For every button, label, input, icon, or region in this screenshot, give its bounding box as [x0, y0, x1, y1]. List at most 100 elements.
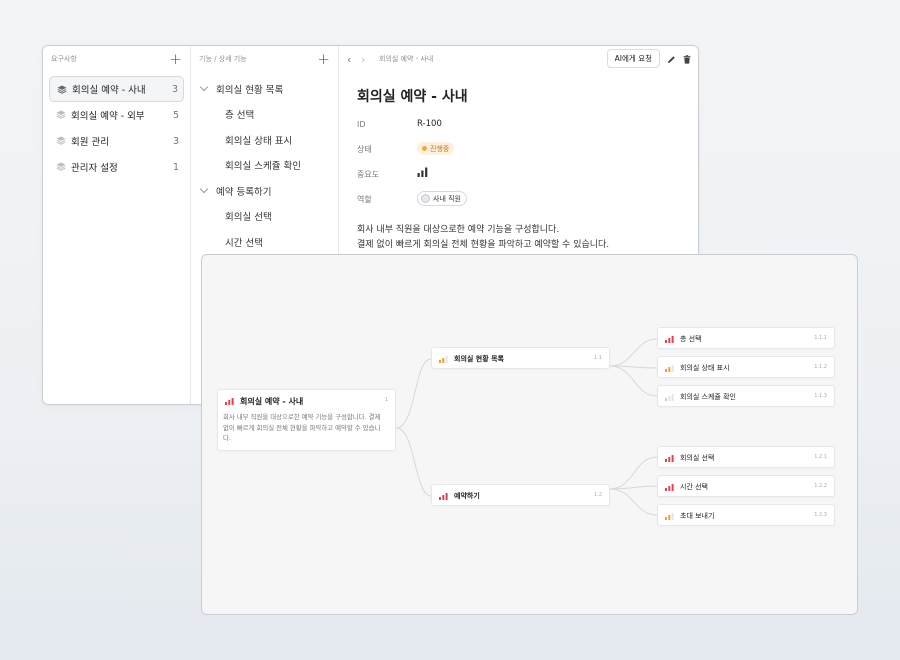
subfeature-item[interactable]: 시간 선택: [191, 229, 338, 255]
priority-bars-icon: [665, 394, 674, 401]
node-label: 예약하기: [454, 492, 480, 500]
requirement-item[interactable]: 회원 관리 3: [49, 128, 184, 154]
priority-bars-icon: [417, 167, 428, 177]
breadcrumb: 회의실 예약 - 사내: [379, 55, 434, 63]
node-label: 회의실 현황 목록: [454, 355, 504, 363]
connector-line: [609, 365, 658, 397]
mindmap-leaf-node[interactable]: 회의실 선택 1.2.1: [657, 446, 835, 468]
node-label: 회의실 스케쥴 확인: [680, 393, 736, 401]
priority-label: 중요도: [357, 170, 380, 179]
requirement-label: 회의실 예약 - 사내: [72, 85, 146, 96]
requirement-label: 회의실 예약 - 외부: [71, 111, 145, 122]
node-number: 1.2.2: [814, 483, 827, 489]
mindmap-leaf-node[interactable]: 층 선택 1.1.1: [657, 327, 835, 349]
requirements-column: 요구사항 + 회의실 예약 - 사내 3 회의실 예약 - 외부 5 회원 관리…: [43, 46, 191, 404]
connector-line: [395, 427, 432, 497]
description-line: 결제 없이 빠르게 회의실 전체 현황을 파악하고 예약할 수 있습니다.: [357, 240, 610, 250]
feature-label: 예약 등록하기: [216, 186, 272, 198]
id-label: ID: [357, 120, 366, 129]
node-number: 1.1.3: [814, 393, 827, 399]
requirements-header-label: 요구사항: [51, 55, 77, 63]
requirement-label: 관리자 설정: [71, 163, 118, 174]
subfeature-item[interactable]: 회의실 스케쥴 확인: [191, 153, 338, 179]
subfeature-item[interactable]: 층 선택: [191, 102, 338, 128]
description-line: 회사 내부 직원을 대상으로한 예약 기능을 구성합니다.: [357, 225, 560, 235]
layers-icon: [56, 136, 66, 145]
node-label: 회의실 선택: [680, 454, 715, 462]
node-label: 층 선택: [680, 335, 702, 343]
mindmap-panel: 회의실 예약 - 사내 1 회사 내부 직원을 대상으로한 예약 기능을 구성합…: [201, 254, 858, 615]
priority-bars-icon: [665, 513, 674, 520]
connector-line: [609, 488, 658, 516]
connector-line: [609, 456, 658, 490]
subfeature-label: 회의실 상태 표시: [225, 135, 293, 147]
chevron-down-icon[interactable]: [199, 184, 209, 193]
priority-bars-icon: [225, 398, 234, 405]
features-header: 기능 / 상세 기능 +: [191, 46, 338, 72]
priority-value[interactable]: [417, 167, 428, 180]
features-header-label: 기능 / 상세 기능: [199, 55, 247, 63]
edit-pencil-icon[interactable]: [667, 55, 676, 64]
node-number: 1.1.1: [814, 335, 827, 341]
priority-bars-icon: [665, 484, 674, 491]
node-label: 회의실 예약 - 사내: [240, 397, 304, 406]
feature-item[interactable]: 회의실 현황 목록: [191, 76, 338, 102]
add-feature-button[interactable]: +: [317, 51, 330, 67]
subfeature-item[interactable]: 회의실 상태 표시: [191, 127, 338, 153]
node-number: 1: [384, 397, 388, 403]
layers-icon: [56, 162, 66, 171]
requirement-count: 5: [172, 109, 179, 121]
role-badge[interactable]: 사내 직원: [417, 191, 467, 206]
node-number: 1.2.3: [814, 512, 827, 518]
detail-title: 회의실 예약 - 사내: [357, 89, 468, 105]
requirement-item[interactable]: 회의실 예약 - 사내 3: [49, 76, 184, 102]
avatar-icon: [421, 194, 430, 203]
requirement-count: 3: [171, 83, 178, 95]
feature-item[interactable]: 예약 등록하기: [191, 178, 338, 204]
layers-icon: [56, 110, 66, 119]
requirement-item[interactable]: 관리자 설정 1: [49, 154, 184, 180]
trash-icon[interactable]: [683, 55, 691, 64]
mindmap-branch-node[interactable]: 예약하기 1.2: [431, 484, 610, 506]
mindmap-leaf-node[interactable]: 시간 선택 1.2.2: [657, 475, 835, 497]
add-requirement-button[interactable]: +: [169, 51, 182, 67]
chevron-down-icon[interactable]: [199, 82, 209, 91]
back-arrow-icon[interactable]: ‹: [347, 53, 361, 66]
requirement-count: 3: [172, 135, 179, 147]
node-number: 1.1.2: [814, 364, 827, 370]
mindmap-leaf-node[interactable]: 회의실 상태 표시 1.1.2: [657, 356, 835, 378]
priority-bars-icon: [665, 365, 674, 372]
feature-label: 회의실 현황 목록: [216, 84, 284, 96]
layers-icon: [57, 85, 67, 94]
requirement-label: 회원 관리: [71, 137, 109, 148]
node-label: 초대 보내기: [680, 512, 715, 520]
subfeature-label: 층 선택: [225, 110, 255, 122]
description: 회사 내부 직원을 대상으로한 예약 기능을 구성합니다. 결제 없이 빠르게 …: [357, 223, 609, 253]
subfeature-label: 시간 선택: [225, 237, 263, 249]
requirement-item[interactable]: 회의실 예약 - 외부 5: [49, 102, 184, 128]
subfeature-label: 회의실 선택: [225, 212, 272, 224]
requirement-count: 1: [172, 161, 179, 173]
status-value: 진행중: [430, 144, 450, 153]
forward-arrow-icon[interactable]: ›: [361, 53, 375, 66]
requirements-header: 요구사항 +: [43, 46, 190, 72]
node-description: 회사 내부 직원을 대상으로한 예약 기능을 구성합니다. 결제 없이 빠르게 …: [223, 413, 381, 442]
role-label: 역할: [357, 195, 372, 204]
node-label: 회의실 상태 표시: [680, 364, 730, 372]
status-label: 상태: [357, 145, 372, 154]
node-number: 1.1: [594, 355, 602, 361]
mindmap-branch-node[interactable]: 회의실 현황 목록 1.1: [431, 347, 610, 369]
mindmap-leaf-node[interactable]: 회의실 스케쥴 확인 1.1.3: [657, 385, 835, 407]
ai-request-button[interactable]: AI에게 요청: [606, 49, 660, 68]
mindmap-leaf-node[interactable]: 초대 보내기 1.2.3: [657, 504, 835, 526]
subfeature-item[interactable]: 회의실 선택: [191, 204, 338, 230]
id-value: R-100: [417, 119, 442, 129]
node-label: 시간 선택: [680, 483, 708, 491]
role-value: 사내 직원: [433, 194, 461, 203]
priority-bars-icon: [439, 493, 448, 500]
status-badge[interactable]: 진행중: [417, 142, 455, 155]
mindmap-root-node[interactable]: 회의실 예약 - 사내 1 회사 내부 직원을 대상으로한 예약 기능을 구성합…: [217, 389, 396, 451]
priority-bars-icon: [665, 336, 674, 343]
node-number: 1.2.1: [814, 454, 827, 460]
subfeature-label: 회의실 스케쥴 확인: [225, 161, 301, 173]
